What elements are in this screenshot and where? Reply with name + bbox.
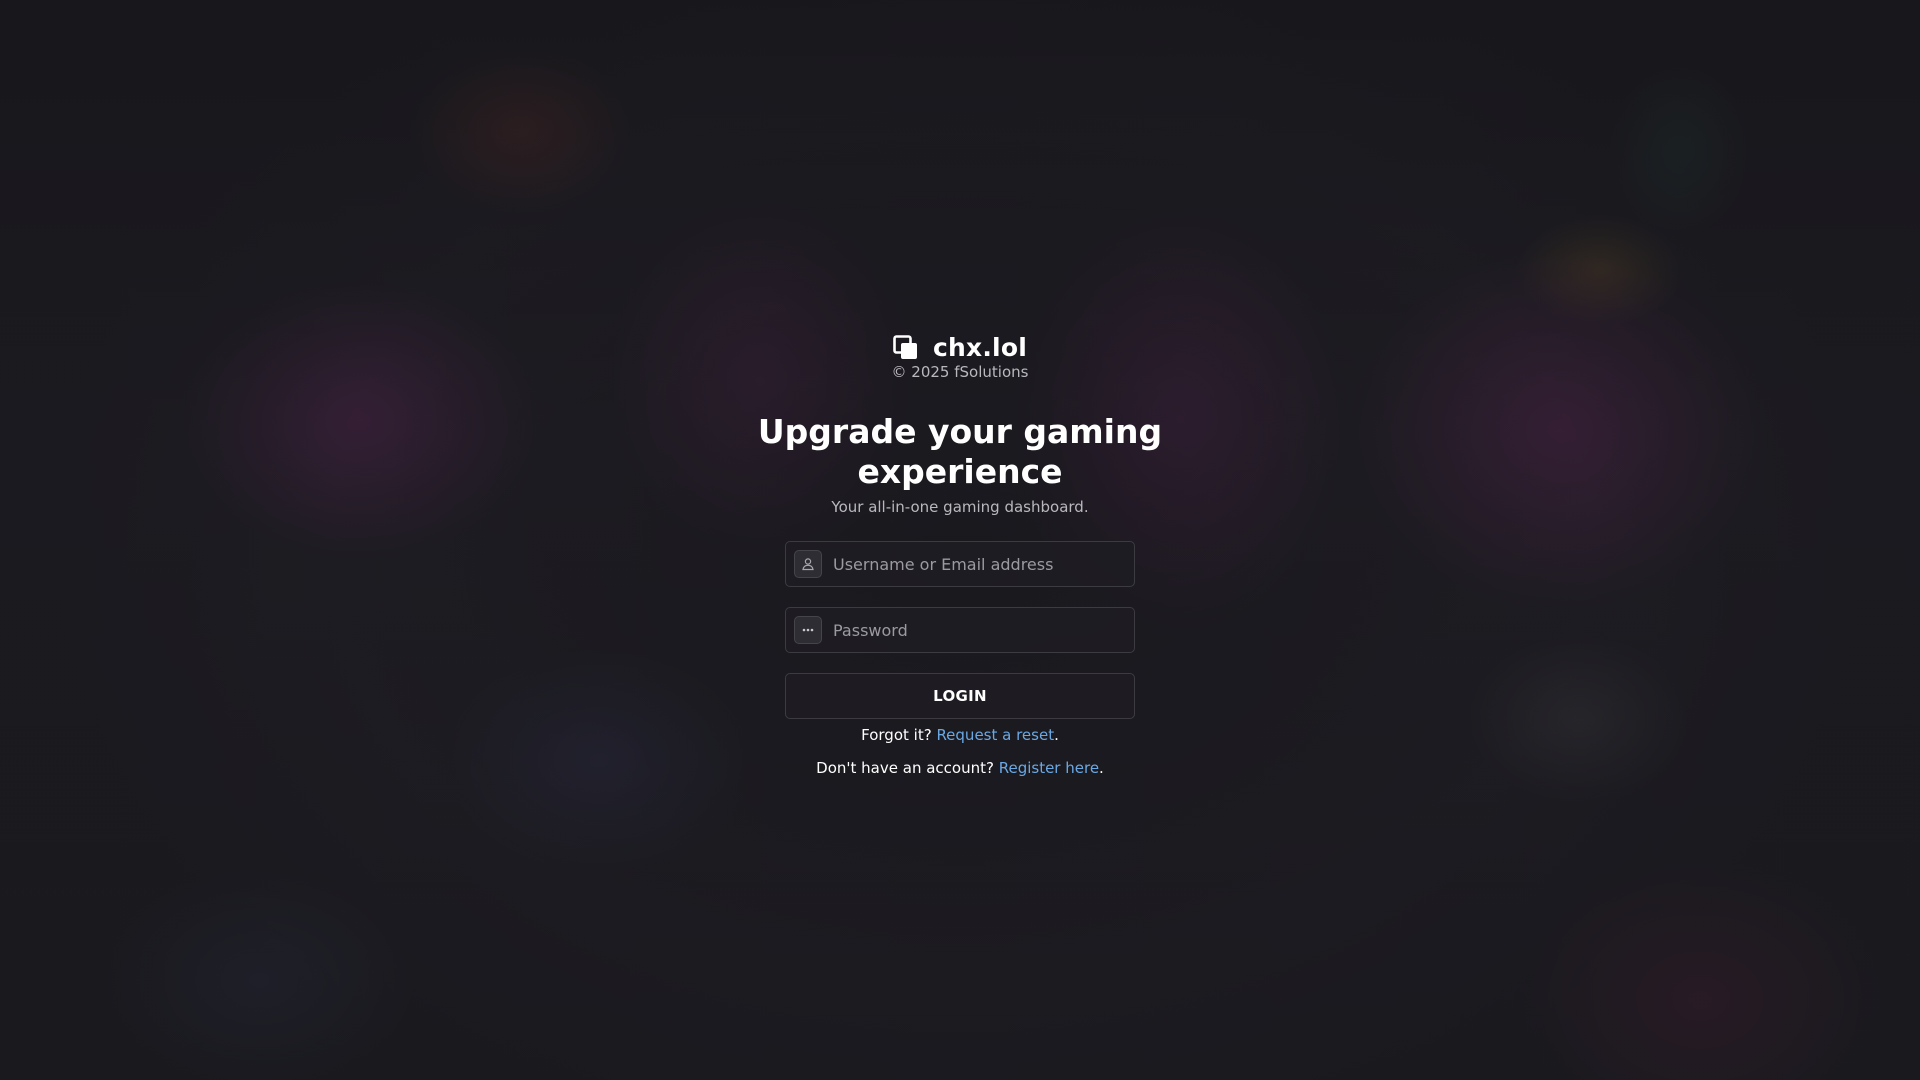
request-reset-link[interactable]: Request a reset (936, 726, 1054, 744)
tagline: Your all-in-one gaming dashboard. (831, 498, 1089, 516)
forgot-prefix: Forgot it? (861, 726, 937, 744)
password-field[interactable] (785, 607, 1135, 653)
brand: chx.lol (0, 333, 1920, 362)
brand-name: chx.lol (933, 333, 1027, 362)
page-title-line-2: experience (857, 452, 1063, 491)
page-title: Upgrade your gaming experience (0, 412, 1920, 492)
page-title-line-1: Upgrade your gaming (757, 412, 1163, 451)
register-line: Don't have an account? Register here. (0, 759, 1920, 777)
background-overlay (0, 0, 1920, 1080)
user-icon (794, 550, 822, 578)
login-button[interactable]: LOGIN (785, 673, 1135, 719)
register-suffix: . (1099, 759, 1104, 777)
copyright-text: © 2025 fSolutions (891, 363, 1029, 381)
password-input[interactable] (822, 608, 1134, 652)
register-link[interactable]: Register here (999, 759, 1099, 777)
dots-icon (794, 616, 822, 644)
copy-icon (893, 334, 919, 361)
username-field[interactable] (785, 541, 1135, 587)
forgot-password-line: Forgot it? Request a reset. (0, 726, 1920, 744)
forgot-suffix: . (1054, 726, 1059, 744)
register-prefix: Don't have an account? (816, 759, 999, 777)
username-input[interactable] (822, 542, 1134, 586)
